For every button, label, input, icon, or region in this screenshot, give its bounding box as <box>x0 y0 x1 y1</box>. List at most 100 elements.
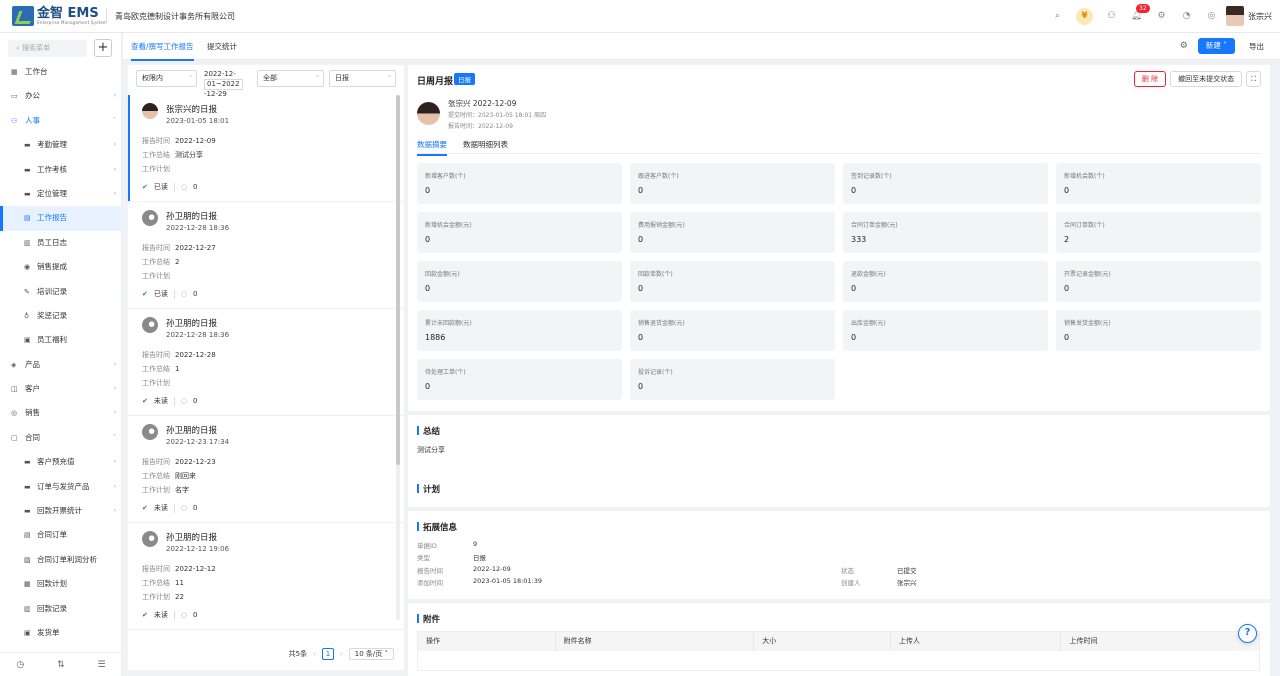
ext-rt-label: 报告时间 <box>417 567 443 575</box>
report-title: 张宗兴的日报 <box>166 105 218 115</box>
stat-card[interactable]: 签到记录数(个) 0 <box>843 163 1048 204</box>
stat-card[interactable]: 新增机会金额(元) 0 <box>417 212 622 253</box>
sidebar-item[interactable]: ▥ 回款记录 <box>0 597 122 621</box>
settings-icon[interactable]: ⚙ <box>1180 41 1188 51</box>
scope-select[interactable]: 权限内 ˅ <box>136 70 197 87</box>
sidebar-item[interactable]: ▬ 定位管理 › <box>0 182 122 206</box>
search-icon[interactable]: ⌕ <box>1051 10 1064 23</box>
help-circle-icon[interactable]: ◎ <box>1205 10 1218 23</box>
sidebar-item[interactable]: ◈ 产品 › <box>0 353 122 377</box>
sidebar-item[interactable]: ▣ 发货单 <box>0 621 122 645</box>
sidebar-item-label: 产品 <box>25 359 40 369</box>
sidebar-item[interactable]: ▬ 订单与发货产品 › <box>0 475 122 499</box>
fullscreen-icon[interactable]: ⛶ <box>1246 71 1261 87</box>
report-card[interactable]: 孙卫朋的日报 2022-12-12 19:06 报告时间 2022-12-12 工作总结… <box>128 523 404 630</box>
settings-icon[interactable]: ⚙ <box>1155 10 1168 23</box>
export-button[interactable]: 导出 <box>1249 41 1264 52</box>
user-menu[interactable]: 张宗兴 <box>1226 6 1272 26</box>
comment-icon[interactable]: ◌ <box>181 290 187 298</box>
stat-card[interactable]: 销售发货金额(元) 0 <box>1056 310 1261 351</box>
report-icon: ▤ <box>24 214 31 223</box>
stat-card[interactable]: 新增客户数(个) 0 <box>417 163 622 204</box>
report-card[interactable]: 孙卫朋的日报 2022-12-28 18:36 报告时间 2022-12-28 工作总结… <box>128 309 404 416</box>
summary-row: 工作总结 刚回来 <box>142 471 196 481</box>
pie-chart-icon[interactable]: ◔ <box>1180 10 1193 23</box>
stat-card[interactable]: 费用报销金额(元) 0 <box>630 212 835 253</box>
comment-icon[interactable]: ◌ <box>181 504 187 512</box>
report-date-label: 报告时间 <box>142 244 170 252</box>
sidebar-item[interactable]: ▦ 工作台 <box>0 60 122 84</box>
sidebar-item[interactable]: ✎ 培训记录 <box>0 280 122 304</box>
divider <box>173 610 175 620</box>
tab-submit-stats[interactable]: 提交统计 <box>207 41 237 52</box>
help-float-button[interactable]: ? <box>1238 624 1257 643</box>
sidebar-item[interactable]: ▭ 办公 › <box>0 84 122 108</box>
list-scrollbar[interactable] <box>396 95 400 620</box>
delete-button[interactable]: 删 除 <box>1133 71 1167 87</box>
comment-icon[interactable]: ◌ <box>181 397 187 405</box>
user-group-icon[interactable]: ⚇ <box>1105 10 1118 23</box>
sidebar-item[interactable]: ▨ 合同订单利润分析 <box>0 548 122 572</box>
report-card[interactable]: 张宗兴的日报 2023-01-05 18:01 报告时间 2022-12-09 工作总结… <box>128 95 404 202</box>
date-range-picker[interactable]: 2022-12- 01~2022 -12-29 <box>202 70 252 98</box>
sidebar-item[interactable]: ▬ 回款开票统计 › <box>0 499 122 523</box>
page-size-select[interactable]: 10 条/页 ˅ <box>348 648 394 660</box>
sidebar-item[interactable]: ⚇ 人事 ˅ <box>0 109 122 133</box>
comment-icon[interactable]: ◌ <box>181 183 187 191</box>
report-title: 孙卫朋的日报 <box>166 533 218 543</box>
sidebar-item[interactable]: ♁ 奖惩记录 <box>0 304 122 328</box>
stat-card[interactable]: 销售退货金额(元) 0 <box>630 310 835 351</box>
stat-card[interactable]: 开票记录金额(元) 0 <box>1056 261 1261 302</box>
sidebar-item[interactable]: ◫ 客户 › <box>0 377 122 401</box>
sidebar-item[interactable]: ▢ 合同 ˅ <box>0 426 122 450</box>
sidebar-item[interactable]: ▥ 员工日志 <box>0 231 122 255</box>
type-select[interactable]: 日报 ˅ <box>329 70 396 87</box>
withdraw-button[interactable]: 撤回至未提交状态 <box>1170 71 1243 87</box>
next-page-icon[interactable]: › <box>340 650 343 658</box>
bell-icon[interactable]: 🔔︎ 32 <box>1130 4 1150 23</box>
comment-icon[interactable]: ◌ <box>181 611 187 619</box>
stat-card[interactable]: 新增机会数(个) 0 <box>1056 163 1261 204</box>
app-logo[interactable]: 金智 EMS Enterprise Management System <box>12 6 107 26</box>
stat-card[interactable]: 跟进客户数(个) 0 <box>630 163 835 204</box>
sidebar-item[interactable]: ▤ 工作报告 <box>0 206 122 232</box>
column-header: 上传人 <box>891 632 1062 651</box>
sidebar-item[interactable]: ▬ 工作考核 › <box>0 158 122 182</box>
sidebar-item-label: 员工福利 <box>37 335 67 345</box>
stat-card[interactable]: 待处理工单(个) 0 <box>417 359 622 400</box>
ext-add-time: 添加时间 2023-01-05 18:01:39 <box>417 577 542 587</box>
coin-icon[interactable]: ¥ <box>1076 8 1093 25</box>
stat-label: 跟进客户数(个) <box>638 173 679 180</box>
stat-card[interactable]: 合同订单金额(元) 333 <box>843 212 1048 253</box>
collapse-menu-icon[interactable]: ☰ <box>97 660 105 670</box>
report-card[interactable]: 孙卫朋的日报 2022-12-28 18:36 报告时间 2022-12-27 工作总结… <box>128 202 404 309</box>
log-icon: ▥ <box>24 238 31 247</box>
sidebar-item[interactable]: ▣ 员工福利 <box>0 328 122 352</box>
sidebar-item[interactable]: ▬ 考勤管理 › <box>0 133 122 157</box>
add-button[interactable]: + <box>94 39 112 57</box>
stat-card[interactable]: 出库金额(元) 0 <box>843 310 1048 351</box>
sidebar-item[interactable]: ▦ 回款计划 <box>0 572 122 596</box>
prev-page-icon[interactable]: ‹ <box>313 650 316 658</box>
menu-search-input[interactable]: ⌕ 搜索菜单 <box>8 40 87 57</box>
report-card[interactable]: 孙卫朋的日报 2022-12-23 17:34 报告时间 2022-12-23 工作总结… <box>128 416 404 523</box>
sidebar-item[interactable]: ▬ 客户预充值 › <box>0 450 122 474</box>
tab-data-summary[interactable]: 数据摘要 <box>417 139 447 156</box>
dashboard-icon: ▦ <box>11 68 18 76</box>
new-button[interactable]: 新建 ˅ <box>1197 38 1235 54</box>
status-select[interactable]: 全部 ˅ <box>257 70 324 87</box>
stat-card[interactable]: 合同订单数(个) 2 <box>1056 212 1261 253</box>
page-number[interactable]: 1 <box>321 648 334 660</box>
sidebar-item[interactable]: ◉ 销售提成 <box>0 255 122 279</box>
stat-card[interactable]: 退款金额(元) 0 <box>843 261 1048 302</box>
stat-card[interactable]: 回款单数(个) 0 <box>630 261 835 302</box>
history-icon[interactable]: ◷ <box>16 660 24 670</box>
stat-card[interactable]: 累计未回款额(元) 1886 <box>417 310 622 351</box>
sidebar-item[interactable]: ◎ 销售 › <box>0 401 122 425</box>
sidebar-item[interactable]: ▤ 合同订单 <box>0 523 122 547</box>
stat-card[interactable]: 回款金额(元) 0 <box>417 261 622 302</box>
stat-card[interactable]: 投诉记录(个) 0 <box>630 359 835 400</box>
bookmark-icon[interactable]: ⇅ <box>57 660 65 670</box>
tab-data-detail[interactable]: 数据明细列表 <box>463 139 508 150</box>
tab-view-write-report[interactable]: 查看/撰写工作报告 <box>131 41 194 61</box>
